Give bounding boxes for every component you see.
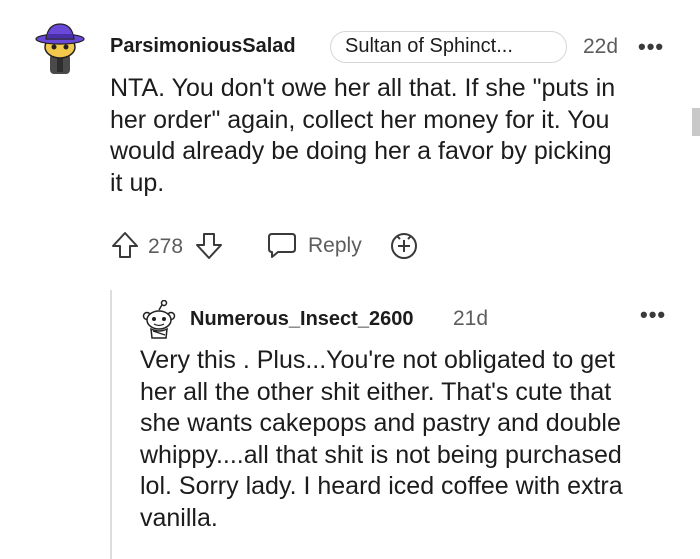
comment-body-line: would already be doing her a favor by pi… bbox=[110, 137, 612, 165]
comment-body-line: it up. bbox=[110, 168, 165, 197]
snoo-avatar-icon[interactable] bbox=[140, 299, 178, 340]
more-options-icon[interactable]: ••• bbox=[638, 34, 664, 60]
scrollbar-thumb[interactable] bbox=[692, 108, 700, 136]
user-flair: Sultan of Sphinct... bbox=[330, 31, 567, 63]
comment: ParsimoniousSalad Sultan of Sphinct... 2… bbox=[0, 0, 700, 559]
reply-comment: Numerous_Insect_2600 21d ••• Very this .… bbox=[140, 290, 700, 559]
reply-body-line: her all the other shit either. That's cu… bbox=[140, 377, 612, 406]
thread-line[interactable] bbox=[110, 290, 112, 559]
comment-body: NTA. You don't owe her all that. If she … bbox=[110, 73, 680, 199]
reply-body-line: vanilla. bbox=[140, 503, 218, 532]
comment-body-line: her order" again, collect her money for … bbox=[110, 105, 610, 134]
reply-body-line: lol. Sorry lady. I heard iced coffee wit… bbox=[140, 472, 623, 500]
downvote-arrow-icon[interactable] bbox=[194, 231, 224, 261]
more-options-icon[interactable]: ••• bbox=[640, 302, 666, 328]
purple-hat-avatar-icon[interactable] bbox=[30, 18, 90, 78]
comment-username[interactable]: ParsimoniousSalad bbox=[110, 35, 296, 58]
award-plus-icon[interactable] bbox=[387, 230, 421, 262]
comment-age: 22d bbox=[583, 35, 619, 58]
reply-body-line: Very this . Plus...You're not obligated … bbox=[140, 346, 615, 374]
reply-age: 21d bbox=[453, 307, 489, 330]
reply-body-line: she wants cakepops and pastry and double bbox=[140, 409, 621, 437]
comment-body-line: NTA. You don't owe her all that. If she … bbox=[110, 74, 616, 102]
reply-body-line: whippy....all that shit is not being pur… bbox=[140, 440, 622, 469]
reply-username[interactable]: Numerous_Insect_2600 bbox=[190, 308, 413, 331]
speech-bubble-icon bbox=[266, 230, 298, 260]
reply-label: Reply bbox=[308, 234, 362, 257]
reply-button[interactable]: Reply bbox=[266, 229, 371, 261]
vote-count: 278 bbox=[148, 235, 184, 258]
upvote-arrow-icon[interactable] bbox=[110, 230, 140, 260]
reply-body: Very this . Plus...You're not obligated … bbox=[140, 345, 700, 534]
